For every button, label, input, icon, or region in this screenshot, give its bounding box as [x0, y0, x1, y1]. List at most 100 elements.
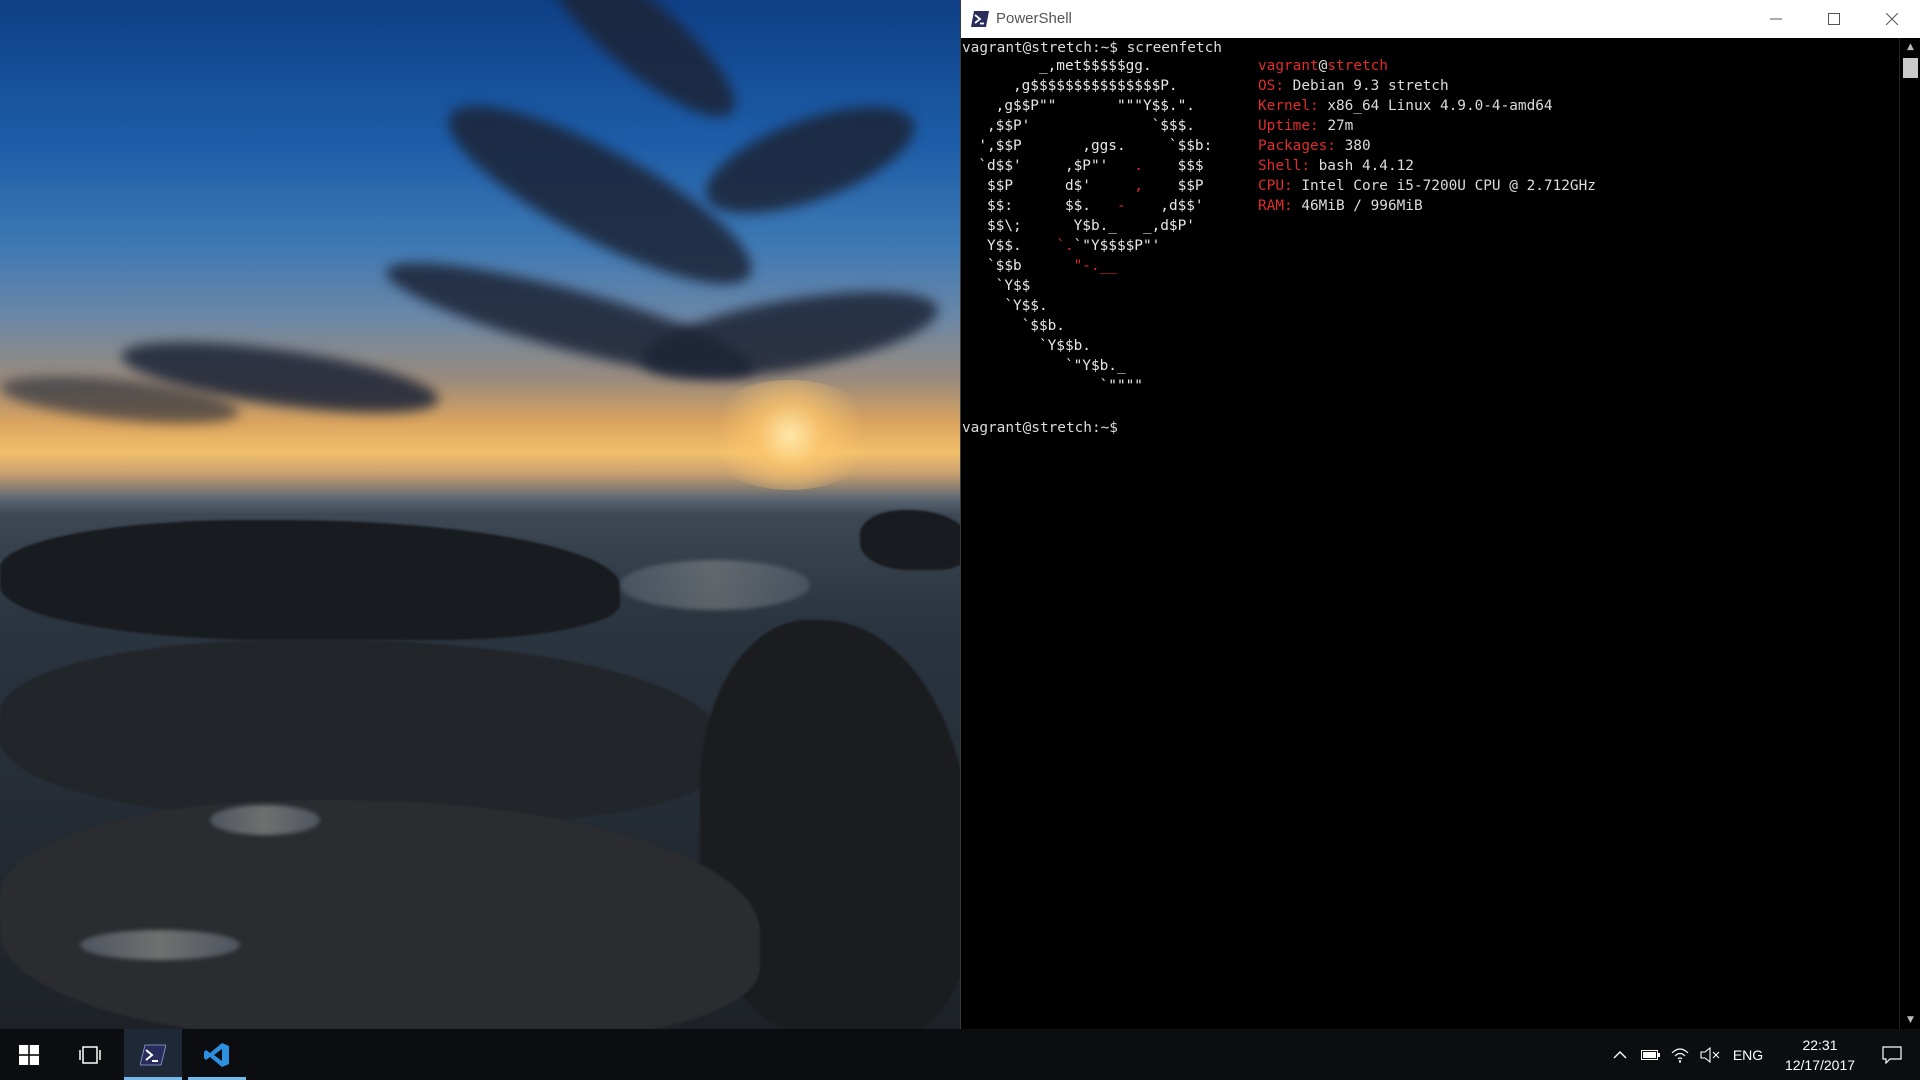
close-icon	[1886, 13, 1898, 25]
maximize-button[interactable]	[1805, 0, 1863, 38]
volume-muted-icon[interactable]	[1696, 1029, 1724, 1080]
task-view-icon	[79, 1045, 101, 1064]
info-row: CPU: Intel Core i5-7200U CPU @ 2.712GHz	[1258, 176, 1596, 196]
wallpaper-rock	[0, 520, 620, 640]
shell-prompt[interactable]: vagrant@stretch:~$	[962, 418, 1118, 438]
info-key: RAM:	[1258, 198, 1293, 214]
ascii-art-line: ,$$P' `$$$.	[961, 116, 1212, 136]
ascii-art-segment: `Y$$b.	[961, 338, 1091, 354]
info-row: OS: Debian 9.3 stretch	[1258, 76, 1596, 96]
scroll-up-arrow-icon[interactable]: ▲	[1900, 38, 1920, 56]
taskbar-powershell-button[interactable]	[124, 1029, 182, 1080]
ascii-art-line: $$\; Y$b._ _,d$P'	[961, 216, 1212, 236]
ascii-art-segment: `"Y$b._	[961, 358, 1126, 374]
info-key: Kernel:	[1258, 98, 1319, 114]
ascii-art-segment: -	[1116, 198, 1126, 214]
ascii-art-line: `d$$' ,$P"' . $$$	[961, 156, 1212, 176]
ascii-art-segment: ,	[1134, 178, 1143, 194]
ascii-art-segment: "-.__	[1073, 258, 1117, 274]
taskbar-clock[interactable]: 22:31 12/17/2017	[1775, 1035, 1865, 1075]
ascii-art-segment: Y$$.	[961, 238, 1057, 254]
ascii-art-line: ,g$$$$$$$$$$$$$$$P.	[961, 76, 1212, 96]
battery-icon[interactable]	[1637, 1029, 1665, 1080]
wifi-icon[interactable]	[1666, 1029, 1694, 1080]
ascii-art-segment: `Y$$.	[961, 298, 1048, 314]
ascii-art-line: ',$$P ,ggs. `$$b:	[961, 136, 1212, 156]
wallpaper-rock	[0, 800, 760, 1029]
wallpaper-rock	[0, 640, 720, 820]
vertical-scrollbar[interactable]: ▲ ▼	[1899, 38, 1920, 1029]
info-value: Debian 9.3 stretch	[1284, 78, 1449, 94]
ascii-art-segment: `"Y$$$$P"'	[1073, 238, 1161, 254]
info-row: RAM: 46MiB / 996MiB	[1258, 196, 1596, 216]
notification-icon	[1882, 1045, 1902, 1064]
info-value: 27m	[1318, 118, 1354, 134]
ascii-art-segment: `$$b.	[961, 318, 1065, 334]
minimize-icon	[1770, 18, 1782, 20]
ascii-art-segment: `Y$$	[961, 278, 1031, 294]
minimize-button[interactable]	[1747, 0, 1805, 38]
wallpaper-tidepool	[210, 805, 320, 835]
ascii-art-segment: ,g$$$$$$$$$$$$$$$P.	[961, 78, 1178, 94]
ascii-art-line: `$$b.	[961, 316, 1212, 336]
ascii-art-line: _,met$$$$$gg.	[961, 56, 1212, 76]
ascii-art-segment: $$$	[1142, 158, 1204, 174]
ascii-art-segment: $$P	[1142, 178, 1204, 194]
debian-ascii-logo: _,met$$$$$gg. ,g$$$$$$$$$$$$$$$P. ,g$$P"…	[961, 56, 1212, 396]
close-button[interactable]	[1863, 0, 1920, 38]
window-titlebar[interactable]: PowerShell	[961, 0, 1920, 39]
info-key: Uptime:	[1258, 118, 1319, 134]
ascii-art-segment: `.	[1056, 238, 1074, 254]
ascii-art-segment: $$\; Y$b._ _,d$P'	[961, 218, 1195, 234]
ascii-art-segment: $$P d$'	[961, 178, 1135, 194]
info-key: Shell:	[1258, 158, 1310, 174]
powershell-icon	[971, 11, 989, 27]
powershell-icon	[140, 1044, 166, 1065]
clock-time: 22:31	[1802, 1037, 1838, 1053]
ascii-art-segment: ',$$P ,ggs. `$$b:	[961, 138, 1213, 154]
window-title: PowerShell	[996, 10, 1072, 27]
info-key: OS:	[1258, 78, 1284, 94]
info-row: Uptime: 27m	[1258, 116, 1596, 136]
system-info: vagrant@stretch OS: Debian 9.3 stretch Ke…	[1258, 56, 1596, 216]
ascii-art-segment: ,g$$P"" """Y$$.".	[961, 98, 1195, 114]
ascii-art-line: $$P d$' , $$P	[961, 176, 1212, 196]
action-center-button[interactable]	[1864, 1029, 1920, 1080]
windows-logo-icon	[19, 1044, 39, 1065]
ascii-art-segment: ,$$P' `$$$.	[961, 118, 1195, 134]
ascii-art-segment: $$: $$.	[961, 198, 1117, 214]
wallpaper-cloud	[525, 0, 755, 139]
info-key: Packages:	[1258, 138, 1336, 154]
scrollbar-thumb[interactable]	[1903, 58, 1918, 78]
start-button[interactable]	[0, 1029, 58, 1080]
taskbar: ENG 22:31 12/17/2017	[0, 1029, 1920, 1080]
wallpaper-rock	[860, 510, 960, 570]
task-view-button[interactable]	[61, 1029, 119, 1080]
terminal-output[interactable]: vagrant@stretch:~$ screenfetch _,met$$$$…	[961, 38, 1899, 1029]
powershell-window[interactable]: PowerShell vagrant@stretch:~$ screenfetc…	[960, 0, 1920, 1029]
info-value: 380	[1335, 138, 1371, 154]
vscode-icon	[204, 1042, 229, 1067]
maximize-icon	[1828, 13, 1840, 25]
ascii-art-line: `$$b "-.__	[961, 256, 1212, 276]
scroll-down-arrow-icon[interactable]: ▼	[1900, 1011, 1920, 1029]
ascii-art-segment: _,met$$$$$gg.	[961, 58, 1152, 74]
input-language-indicator[interactable]: ENG	[1728, 1029, 1768, 1080]
info-row: Packages: 380	[1258, 136, 1596, 156]
wallpaper-sun	[700, 380, 880, 490]
taskbar-vscode-button[interactable]	[188, 1029, 246, 1080]
ascii-art-segment: ,d$$'	[1125, 198, 1204, 214]
wallpaper-tidepool	[80, 930, 240, 960]
clock-date: 12/17/2017	[1784, 1057, 1856, 1073]
info-host: stretch	[1327, 58, 1388, 74]
info-row: Shell: bash 4.4.12	[1258, 156, 1596, 176]
wallpaper-tidepool	[620, 560, 810, 610]
ascii-art-segment: `d$$' ,$P"'	[961, 158, 1135, 174]
desktop-wallpaper	[0, 0, 960, 1029]
wallpaper-cloud	[636, 274, 944, 396]
ascii-art-line: `""""	[961, 376, 1212, 396]
show-hidden-icons-chevron-up-icon[interactable]	[1606, 1029, 1634, 1080]
info-value: 46MiB / 996MiB	[1292, 198, 1423, 214]
command-line: vagrant@stretch:~$ screenfetch	[962, 40, 1222, 56]
ascii-art-line: ,g$$P"" """Y$$.".	[961, 96, 1212, 116]
